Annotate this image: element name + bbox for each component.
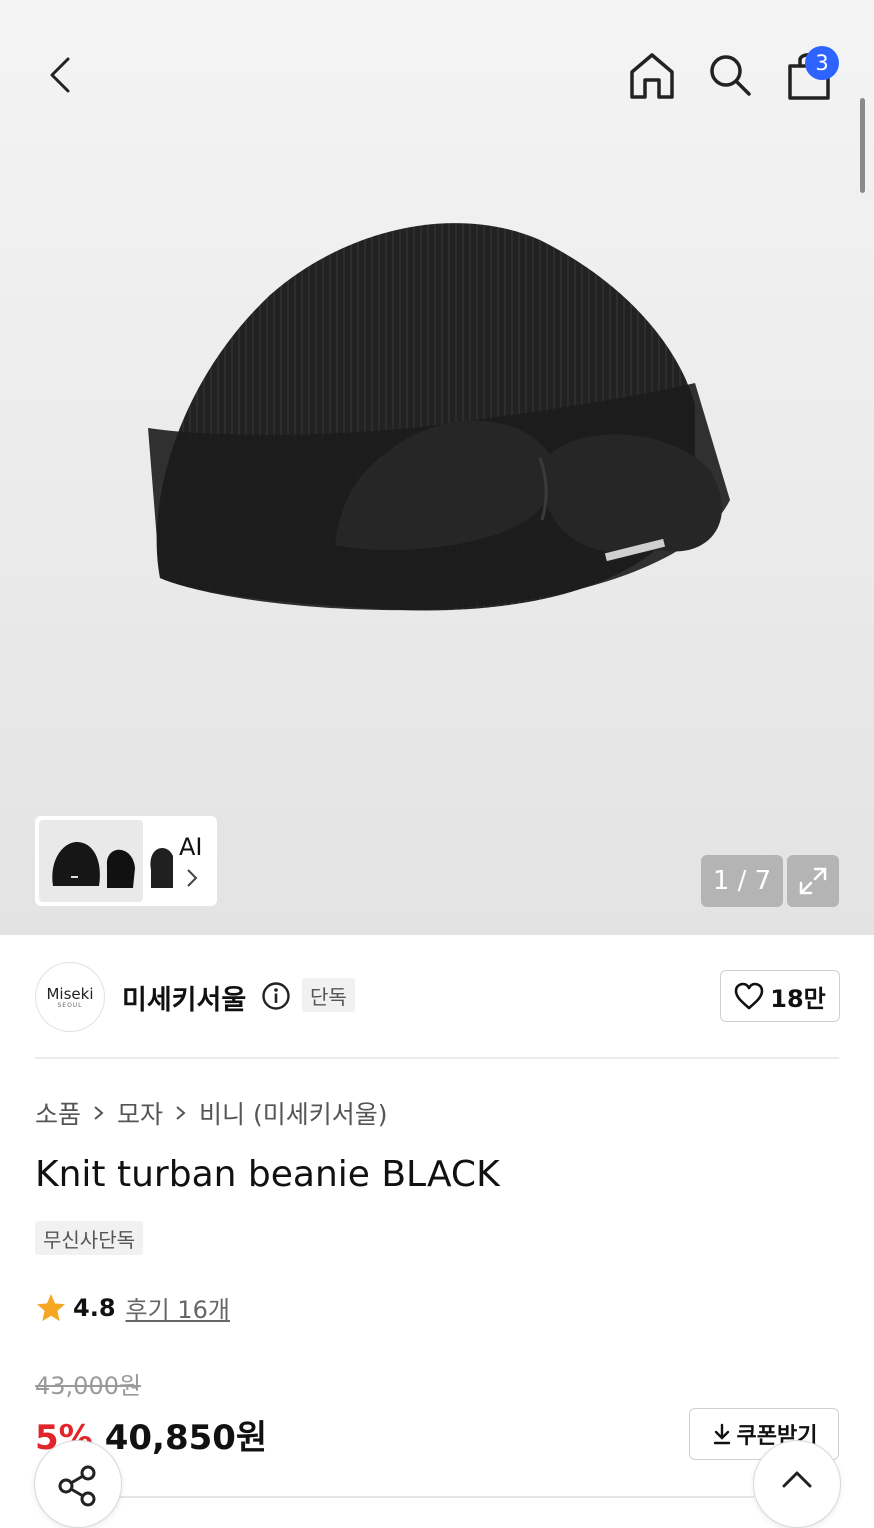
ai-label[interactable]: AI	[179, 833, 203, 861]
chevron-right-icon	[94, 1106, 104, 1120]
star-icon	[37, 1293, 65, 1321]
home-button[interactable]	[622, 45, 682, 105]
brand-logo-text: Miseki	[46, 984, 94, 1003]
divider	[35, 1057, 839, 1059]
brand-logo[interactable]: Miseki SEOUL	[35, 962, 105, 1032]
breadcrumb-item[interactable]: 모자	[117, 1095, 163, 1131]
back-button[interactable]	[30, 45, 90, 105]
scroll-top-button[interactable]	[753, 1440, 841, 1528]
rating-value: 4.8	[73, 1293, 116, 1322]
reviews-link[interactable]: 후기 16개	[126, 1290, 230, 1325]
scrollbar[interactable]	[860, 98, 865, 193]
share-button[interactable]	[34, 1440, 122, 1528]
expand-button[interactable]	[787, 855, 839, 907]
product-gallery[interactable]: 3 AI 1 / 7	[0, 0, 874, 935]
like-button[interactable]: 18만	[720, 970, 840, 1022]
heart-icon	[734, 982, 764, 1010]
breadcrumb-item[interactable]: 소품	[35, 1095, 81, 1131]
like-count: 18만	[770, 984, 826, 1013]
cart-count-badge: 3	[805, 46, 839, 80]
thumbnail-strip[interactable]	[35, 816, 217, 906]
chevron-right-icon	[176, 1106, 186, 1120]
exclusive-badge: 무신사단독	[35, 1221, 143, 1255]
divider	[120, 1496, 754, 1498]
download-icon	[713, 1423, 730, 1445]
search-icon	[710, 55, 751, 96]
expand-icon	[799, 867, 827, 895]
exclusive-tag: 단독	[302, 978, 355, 1012]
product-title: Knit turban beanie BLACK	[35, 1154, 500, 1195]
chevron-up-icon	[782, 1471, 812, 1488]
chevron-left-icon	[50, 57, 70, 93]
brand-logo-subtext: SEOUL	[57, 1001, 83, 1009]
breadcrumb: 소품 모자 비니 (미세키서울)	[35, 1095, 388, 1131]
thumbnail-images[interactable]	[47, 840, 187, 896]
home-icon	[630, 53, 674, 99]
brand-name[interactable]: 미세키서울	[122, 978, 246, 1017]
sale-price: 40,850원	[104, 1418, 268, 1458]
search-button[interactable]	[700, 45, 760, 105]
info-icon[interactable]	[261, 981, 291, 1011]
image-counter: 1 / 7	[701, 855, 783, 907]
rating-row: 4.8 후기 16개	[35, 1290, 230, 1325]
share-icon	[58, 1465, 96, 1507]
product-image[interactable]	[140, 200, 740, 620]
breadcrumb-item[interactable]: 비니 (미세키서울)	[199, 1095, 387, 1131]
original-price: 43,000원	[35, 1372, 142, 1400]
chevron-right-icon[interactable]	[182, 866, 202, 890]
